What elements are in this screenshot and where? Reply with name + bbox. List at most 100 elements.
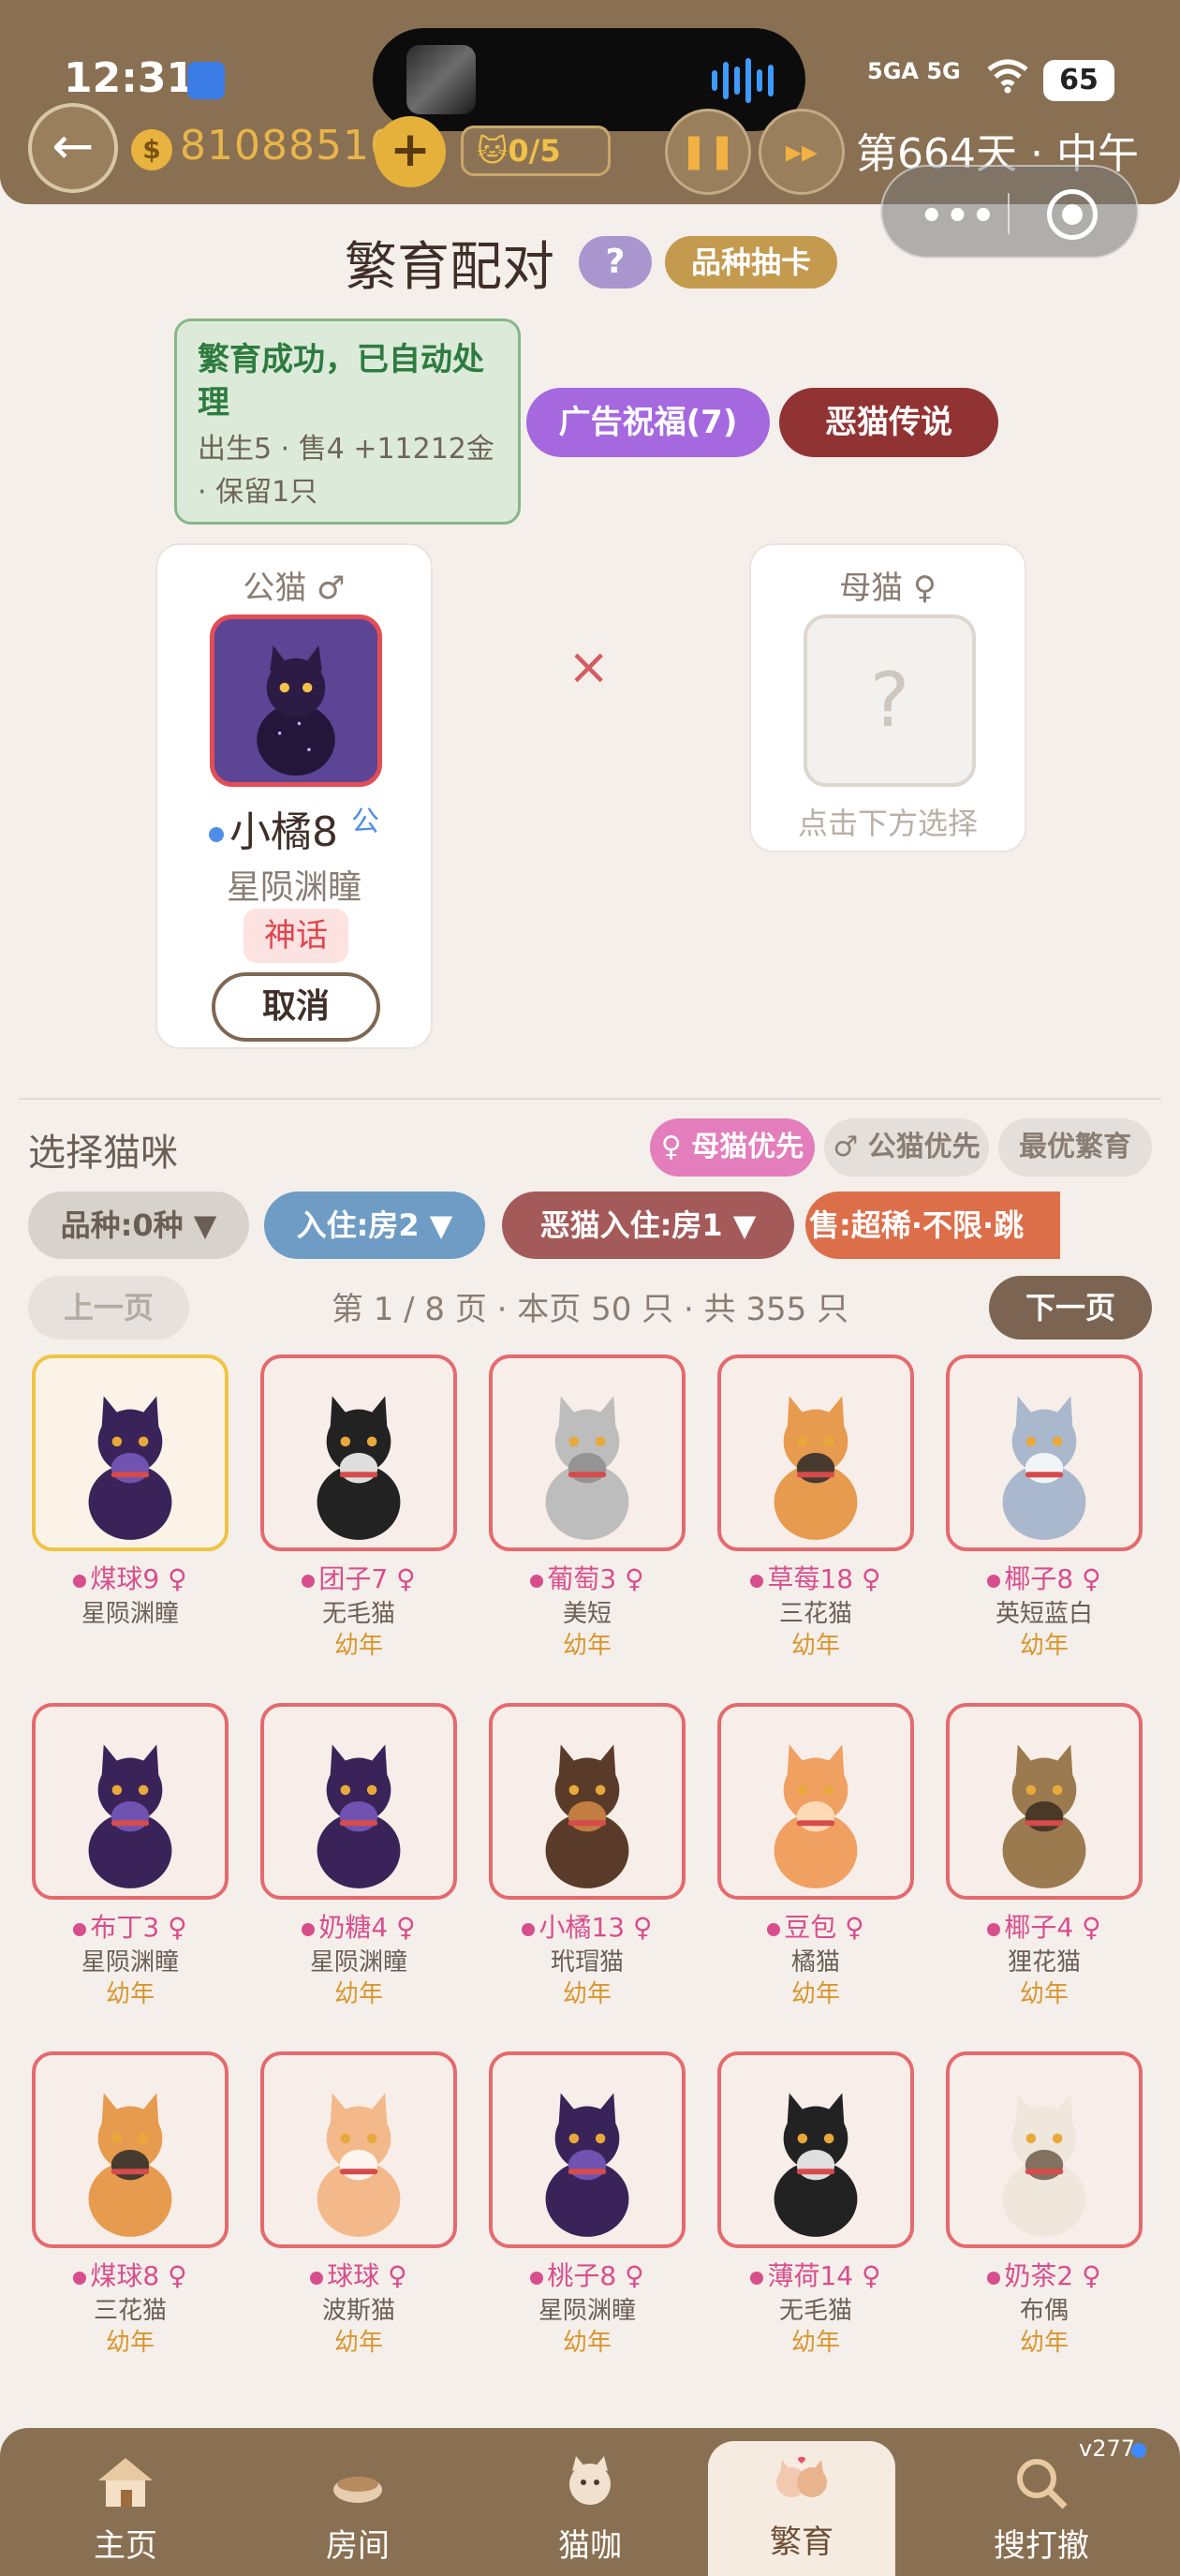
cat-image[interactable] [946,2051,1143,2248]
nav-room-label: 房间 [326,2527,390,2565]
cat-card[interactable]: 豆包 ♀ 橘猫 幼年 [717,1703,914,2021]
cat-image[interactable] [260,1355,457,1551]
help-button[interactable]: ? [579,236,652,289]
cat-card[interactable]: 草莓18 ♀ 三花猫 幼年 [717,1355,914,1673]
cat-age: 幼年 [1019,2329,1069,2357]
breed-filter-dropdown[interactable]: 品种:0种 ▼ [28,1192,249,1259]
room-filter-dropdown[interactable]: 入住:房2 ▼ [264,1192,485,1259]
cat-breed: 布偶 [1019,2297,1069,2325]
cat-portrait-icon [545,2093,629,2237]
cat-name-text: 奶糖4 ♀ [318,1912,416,1943]
cat-capacity-badge: 🐱0/5 [461,126,611,176]
cat-card[interactable]: 布丁3 ♀ 星陨渊瞳 幼年 [32,1703,229,2021]
nav-cafe[interactable]: 猫咖 [496,2445,684,2576]
cat-name-text: 椰子8 ♀ [1004,1563,1101,1594]
ad-blessing-button[interactable]: 广告祝福(7) [526,388,770,457]
male-cat-image[interactable] [210,614,382,787]
cat-age: 幼年 [790,2329,840,2357]
sell-filter-dropdown[interactable]: 售:超稀·不限·跳 [805,1192,1060,1259]
gender-dot-icon [73,1923,87,1936]
cat-breed: 三花猫 [778,1600,852,1628]
cat-portrait-icon [1002,2093,1086,2237]
cat-card[interactable]: 薄荷14 ♀ 无毛猫 幼年 [717,2051,914,2370]
male-gender-tag: 公 [351,806,379,838]
best-breed-button[interactable]: 最优繁育 [998,1118,1152,1177]
cat-card[interactable]: 团子7 ♀ 无毛猫 幼年 [260,1355,457,1673]
cat-breed: 狸花猫 [1007,1948,1081,1976]
cat-card[interactable]: 椰子4 ♀ 狸花猫 幼年 [946,1703,1143,2021]
female-cat-card[interactable]: 母猫 ♀ ? 点击下方选择 [749,543,1026,852]
cat-image[interactable] [32,2051,229,2248]
cat-card[interactable]: 葡萄3 ♀ 美短 幼年 [489,1355,686,1673]
breed-gacha-button[interactable]: 品种抽卡 [665,236,837,289]
gender-dot-icon [987,2272,1001,2285]
cat-image[interactable] [717,1355,914,1551]
pause-button[interactable]: ❚❚ [665,109,751,195]
cat-image[interactable] [489,2051,686,2248]
cat-portrait-icon [1002,1396,1086,1540]
cat-name: 奶茶2 ♀ [946,2256,1143,2293]
cat-card[interactable]: 煤球8 ♀ 三花猫 幼年 [32,2051,229,2370]
back-button[interactable]: ← [28,103,118,193]
cat-image[interactable] [260,2051,457,2248]
cat-image[interactable] [260,1703,457,1900]
gender-dot-icon [987,1575,1001,1588]
nav-room[interactable]: 房间 [264,2445,451,2576]
cat-image[interactable] [32,1355,229,1551]
cat-image[interactable] [946,1703,1143,1900]
dynamic-island[interactable] [373,28,805,131]
gender-dot-icon [73,1575,87,1588]
gender-dot-icon [73,2272,87,2285]
gender-dot-icon [767,1923,781,1936]
evil-cat-legend-button[interactable]: 恶猫传说 [779,388,998,457]
cat-card[interactable]: 椰子8 ♀ 英短蓝白 幼年 [946,1355,1143,1673]
cat-image[interactable] [717,1703,914,1900]
add-coins-button[interactable]: + [375,116,446,187]
cancel-button[interactable]: 取消 [212,972,380,1042]
next-page-button[interactable]: 下一页 [989,1276,1152,1340]
cat-cup-icon [569,2456,611,2505]
cat-name: 桃子8 ♀ [489,2256,686,2293]
result-title: 繁育成功，已自动处理 [198,341,484,422]
cat-card[interactable]: 球球 ♀ 波斯猫 幼年 [260,2051,457,2370]
cat-age: 幼年 [105,2329,155,2357]
cat-image[interactable] [489,1355,686,1551]
female-priority-button[interactable]: ♀ 母猫优先 [650,1118,815,1177]
male-priority-button[interactable]: ♂ 公猫优先 [824,1118,989,1177]
fast-forward-button[interactable]: ▸▸ [759,109,845,195]
cat-image[interactable] [489,1703,686,1900]
cat-portrait-icon [88,1396,172,1540]
nav-breed[interactable]: 繁育 [708,2441,895,2576]
cat-card[interactable]: 奶茶2 ♀ 布偶幼年 [946,2051,1143,2370]
breed-result-notice: 繁育成功，已自动处理 出生5 · 售4 +11212金 · 保留1只 [174,318,521,525]
cat-age: 幼年 [333,1632,383,1660]
gender-dot-icon [302,1575,316,1588]
close-target-icon[interactable] [1047,189,1098,240]
cat-name-text: 豆包 ♀ [784,1912,864,1943]
gender-dot-icon [310,2272,324,2285]
cat-image[interactable] [717,2051,914,2248]
nav-home[interactable]: 主页 [32,2445,219,2576]
cat-name-text: 煤球9 ♀ [90,1563,187,1594]
cat-breed: 玳瑁猫 [550,1948,624,1976]
cat-name: 煤球8 ♀ [32,2256,229,2293]
prev-page-button[interactable]: 上一页 [28,1276,189,1340]
cat-image[interactable] [946,1355,1143,1551]
male-cat-name: 小橘8 公 [157,798,431,858]
cat-image[interactable] [32,1703,229,1900]
cat-card[interactable]: 小橘13 ♀ 玳瑁猫 幼年 [489,1703,686,2021]
cat-name: 豆包 ♀ [717,1907,914,1945]
evil-cat-room-dropdown[interactable]: 恶猫入住:房1 ▼ [502,1192,794,1259]
cat-card[interactable]: 奶糖4 ♀ 星陨渊瞳 幼年 [260,1703,457,2021]
female-slot-placeholder[interactable]: ? [804,614,976,787]
cat-card[interactable]: 煤球9 ♀ 星陨渊瞳 [32,1355,229,1673]
more-menu-icon[interactable]: ••• [920,195,997,238]
nav-search[interactable]: 搜打撤 [948,2445,1135,2576]
female-hint: 点击下方选择 [797,806,978,841]
cat-name: 椰子4 ♀ [946,1907,1143,1945]
money-bag-icon: $ [131,129,172,170]
media-thumbnail [406,45,476,114]
cat-card[interactable]: 桃子8 ♀ 星陨渊瞳 幼年 [489,2051,686,2370]
gender-dot-icon [750,2272,764,2285]
cat-name: 薄荷14 ♀ [717,2256,914,2293]
